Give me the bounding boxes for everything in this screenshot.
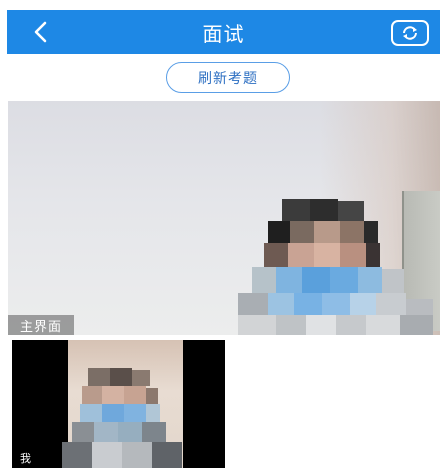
switch-camera-button[interactable]: [391, 20, 429, 46]
main-view-label: 主界面: [8, 315, 74, 335]
page-title: 面试: [202, 21, 245, 46]
top-bar: 面试: [7, 10, 440, 54]
self-video-view[interactable]: 我: [12, 340, 225, 468]
chevron-left-icon: [34, 21, 47, 43]
self-view-label: 我: [20, 452, 31, 465]
main-video-view[interactable]: 主界面: [8, 101, 440, 335]
interviewer-video-blur: [238, 199, 433, 335]
self-video-blur: [62, 368, 182, 468]
camera-switch-icon: [403, 26, 417, 40]
refresh-questions-button[interactable]: 刷新考题: [166, 62, 290, 93]
back-button[interactable]: [25, 16, 57, 48]
